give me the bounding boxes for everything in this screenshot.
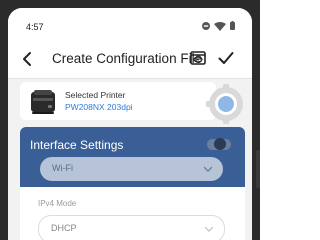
ipv4-mode-value: DHCP: [51, 223, 77, 233]
interface-settings-body: IPv4 Mode DHCP: [20, 187, 245, 240]
ipv4-mode-select[interactable]: DHCP: [38, 215, 225, 240]
printer-model-link[interactable]: PW208NX 203dpi: [65, 102, 133, 112]
status-time: 4:57: [26, 22, 44, 32]
interface-settings-panel: Interface Settings Wi-Fi IPv4 Mode DHCP: [20, 127, 245, 240]
wifi-icon: [214, 22, 226, 31]
interface-settings-toggle-knob: [214, 138, 226, 150]
app-bar-divider: [8, 78, 252, 79]
back-arrow-icon[interactable]: [20, 50, 36, 68]
printer-image: [31, 90, 55, 114]
checkmark-icon[interactable]: [218, 51, 234, 65]
chevron-down-icon: [204, 226, 214, 232]
status-bar: 4:57: [8, 8, 252, 40]
status-icons: [202, 21, 235, 31]
chevron-down-icon: [203, 166, 213, 172]
printer-settings-gear-icon[interactable]: [204, 84, 244, 124]
interface-settings-title: Interface Settings: [30, 138, 124, 152]
ipv4-mode-label: IPv4 Mode: [38, 199, 77, 208]
phone-screen: 4:57 Create Configuration File Selected …: [8, 8, 252, 240]
dnd-icon: [202, 22, 210, 30]
app-bar: Create Configuration File: [8, 40, 252, 78]
page-title: Create Configuration File: [52, 51, 203, 66]
phone-side-button: [256, 150, 260, 188]
selected-printer-card[interactable]: Selected Printer PW208NX 203dpi: [20, 82, 216, 120]
connection-type-select[interactable]: Wi-Fi: [40, 157, 223, 181]
selected-printer-label: Selected Printer: [65, 90, 126, 100]
battery-icon: [230, 21, 235, 30]
preview-icon[interactable]: [190, 50, 206, 66]
connection-type-value: Wi-Fi: [52, 163, 73, 173]
